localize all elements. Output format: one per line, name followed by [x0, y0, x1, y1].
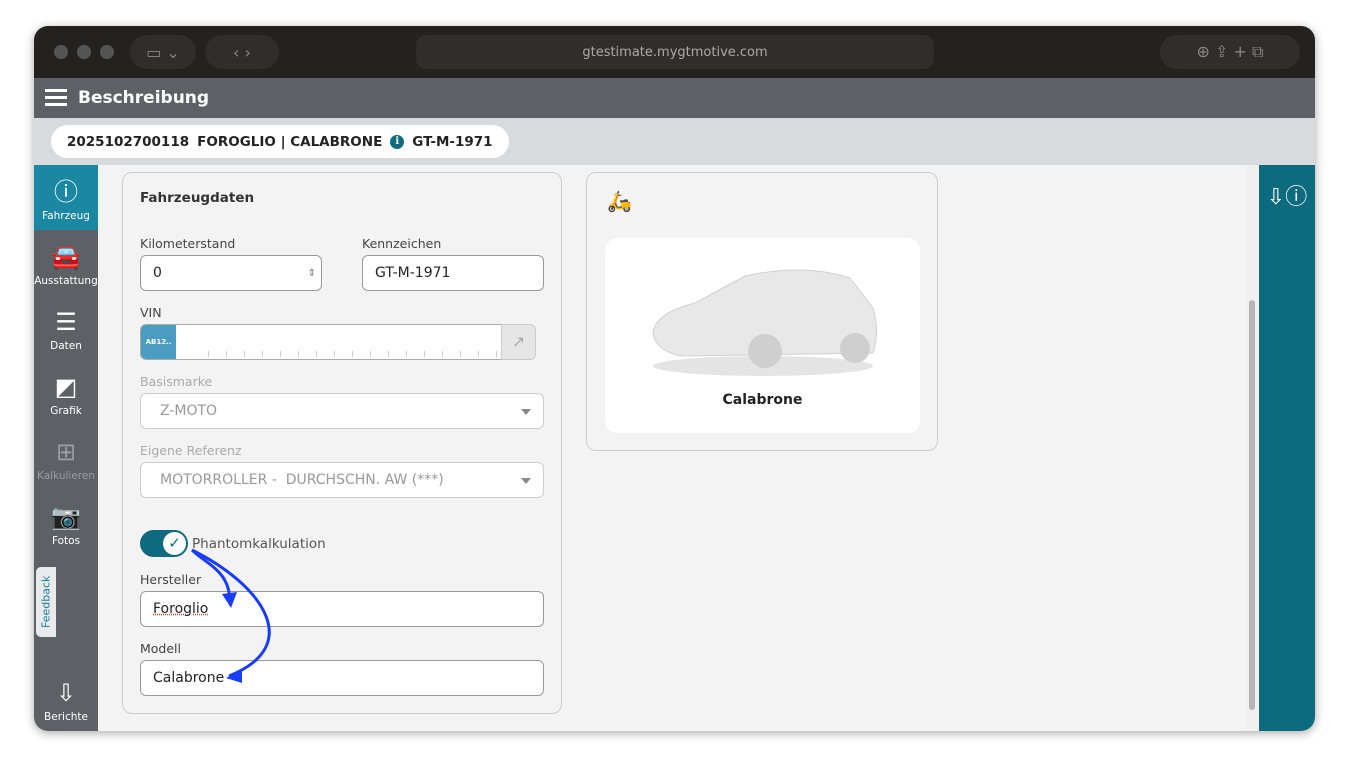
- scrollbar[interactable]: [1246, 165, 1258, 731]
- right-rail: ⇩ⓘ: [1259, 165, 1315, 731]
- download-info-icon[interactable]: ⇩ⓘ: [1267, 185, 1307, 210]
- car-image: [652, 269, 877, 376]
- vehicle-image-panel: Calabrone: [605, 238, 920, 433]
- browser-window: ▭ ⌄ ‹ › gtestimate.mygtmotive.com ⊕ ⇪ + …: [34, 26, 1315, 731]
- vehicle-preview-card: 🛵 Calabrone: [586, 172, 938, 451]
- scrollbar-thumb[interactable]: [1249, 300, 1255, 710]
- vehicle-model-name: Calabrone: [722, 392, 803, 408]
- scooter-icon: 🛵: [607, 189, 632, 213]
